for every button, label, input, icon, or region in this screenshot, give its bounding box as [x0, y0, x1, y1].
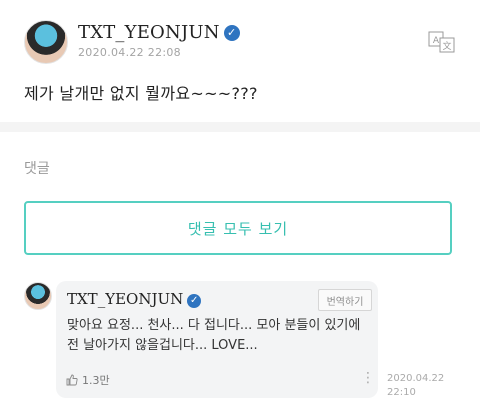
post-body: 제가 날개만 없지 뭘까요~~~??? [24, 84, 258, 103]
translate-comment-button[interactable]: 번역하기 [318, 289, 372, 311]
comment-timestamp: 2020.04.22 22:10 [387, 372, 444, 400]
post-author[interactable]: TXT_YEONJUN ✓ [78, 22, 240, 43]
verified-badge-icon: ✓ [187, 294, 202, 308]
comment-author-avatar[interactable] [24, 282, 52, 310]
more-vertical-icon[interactable]: ⋮ [361, 371, 375, 385]
verified-badge-icon: ✓ [223, 25, 240, 41]
translate-icon-b: 文 [442, 40, 451, 52]
section-divider [0, 122, 480, 132]
comment-bubble: TXT_YEONJUN ✓ 번역하기 맞아요 요정... 천사... 다 접니다.… [56, 281, 378, 398]
comment-author[interactable]: TXT_YEONJUN ✓ [67, 290, 202, 308]
post-date: 2020.04.22 22:08 [78, 46, 181, 59]
author-avatar[interactable] [24, 20, 68, 64]
comments-section-label: 댓글 [24, 161, 50, 177]
translate-icon-a: A [433, 36, 440, 46]
comment-date: 2020.04.22 [387, 373, 445, 384]
comment-text: 맞아요 요정... 천사... 다 접니다... 모아 분들이 있기에 전 날아… [67, 318, 361, 353]
comment-author-name[interactable]: TXT_YEONJUN [67, 290, 183, 308]
post-header: TXT_YEONJUN ✓ 2020.04.22 22:08 A 文 [24, 18, 464, 68]
view-all-comments-button[interactable]: 댓글 모두 보기 [24, 201, 452, 255]
comment-clock: 22:10 [387, 387, 416, 398]
post-author-name[interactable]: TXT_YEONJUN [78, 22, 220, 43]
like-button[interactable]: 1.3만 [66, 372, 110, 388]
like-count: 1.3만 [82, 374, 110, 387]
thumbs-up-icon [66, 374, 78, 386]
translate-icon[interactable]: A 文 [428, 30, 456, 54]
